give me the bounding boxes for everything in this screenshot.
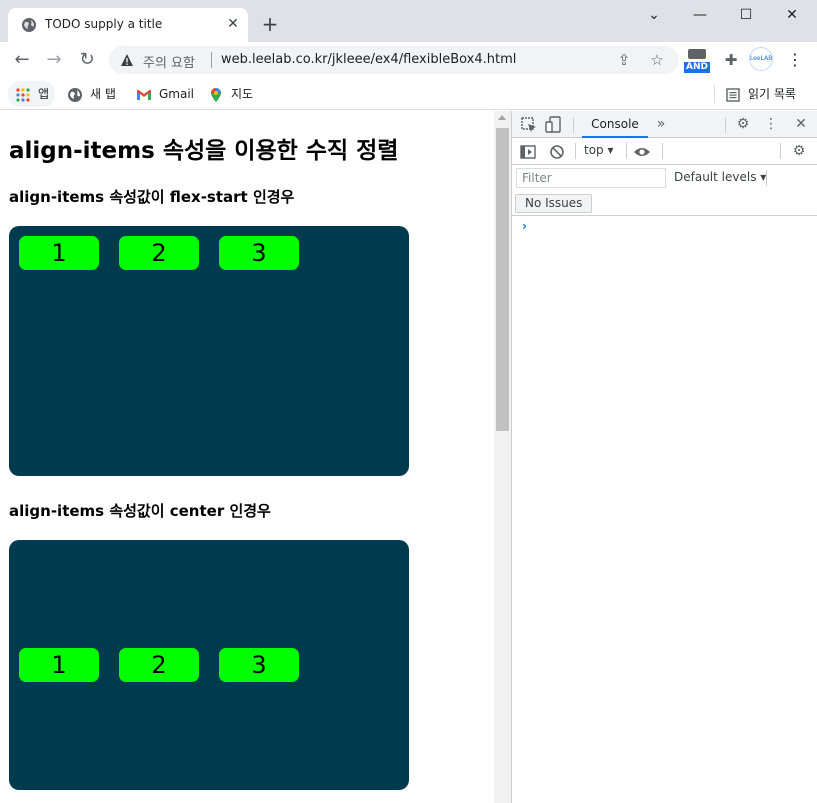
context-select[interactable]: top ▾ <box>584 143 614 157</box>
sidebar-toggle-icon[interactable] <box>519 143 537 161</box>
extension-and-label: AND <box>684 62 710 73</box>
context-select-value: top <box>584 143 604 157</box>
close-tab-icon[interactable]: ✕ <box>224 15 242 33</box>
more-tabs-icon[interactable]: » <box>652 115 670 133</box>
tab-search-chevron-icon[interactable]: ⌄ <box>644 5 664 25</box>
clear-console-icon[interactable] <box>548 143 566 161</box>
security-label[interactable]: 주의 요함 <box>143 52 195 71</box>
eye-icon[interactable] <box>633 143 651 161</box>
close-window-button[interactable]: ✕ <box>782 5 802 25</box>
devtools-divider <box>662 143 663 159</box>
no-issues-button[interactable]: No Issues <box>515 194 593 213</box>
browser-menu-icon[interactable]: ⋮ <box>782 50 808 76</box>
tab-title: TODO supply a title <box>45 17 163 31</box>
devtools-divider <box>626 143 627 159</box>
bookmark-maps-label: 지도 <box>231 87 254 101</box>
devtools-divider <box>780 143 781 159</box>
extension-and-icon[interactable]: AND <box>684 48 710 74</box>
filter-input[interactable]: Filter <box>516 168 666 188</box>
console-toolbar: top ▾ ⚙ <box>512 138 817 165</box>
bookmark-gmail[interactable]: Gmail <box>136 81 194 107</box>
devtools-divider <box>766 170 767 186</box>
extensions-puzzle-icon[interactable]: ✚ <box>718 51 744 77</box>
console-prompt-icon[interactable]: › <box>522 219 527 233</box>
bookmarks-bar: 앱 새 탭 Gmail 지도 읽기 목록 <box>0 78 817 110</box>
bookmark-new-tab-label: 새 탭 <box>90 87 116 101</box>
flex-item-3: 3 <box>219 236 299 270</box>
warning-icon[interactable] <box>120 53 134 67</box>
flex-container-flex-start: 1 2 3 <box>9 226 409 476</box>
bookmark-star-icon[interactable]: ☆ <box>648 51 666 69</box>
page-content: align-items 속성을 이용한 수직 정렬 align-items 속성… <box>0 111 494 803</box>
browser-toolbar: ← → ↻ 주의 요함 web.leelab.co.kr/jkleee/ex4/… <box>0 42 817 78</box>
bookmarks-divider <box>714 85 715 103</box>
scroll-up-arrow-icon[interactable] <box>498 115 506 120</box>
page-scrollbar[interactable] <box>494 111 511 803</box>
bookmark-apps[interactable]: 앱 <box>8 81 56 107</box>
url-text[interactable]: web.leelab.co.kr/jkleee/ex4/flexibleBox4… <box>221 52 516 67</box>
address-bar[interactable]: 주의 요함 web.leelab.co.kr/jkleee/ex4/flexib… <box>109 46 679 74</box>
forward-button[interactable]: → <box>42 48 66 72</box>
devtools-menu-icon[interactable]: ⋮ <box>762 115 780 133</box>
reading-list-button[interactable]: 읽기 목록 <box>725 81 796 107</box>
bookmark-apps-label: 앱 <box>38 87 50 101</box>
flex-item-3: 3 <box>219 648 299 682</box>
flex-item-1: 1 <box>19 236 99 270</box>
share-icon[interactable]: ⇪ <box>615 51 633 69</box>
back-button[interactable]: ← <box>10 48 34 72</box>
flex-container-center: 1 2 3 <box>9 540 409 790</box>
close-devtools-icon[interactable]: ✕ <box>792 115 810 133</box>
devtools-panel: Console » ⚙ ⋮ ✕ top ▾ ⚙ Filter Default l… <box>511 111 817 803</box>
flex-item-1: 1 <box>19 648 99 682</box>
globe-icon <box>68 87 82 102</box>
devtools-tabbar: Console » ⚙ ⋮ ✕ <box>512 111 817 138</box>
log-levels-select[interactable]: Default levels ▾ <box>674 170 766 184</box>
section-heading-flex-start: align-items 속성값이 flex-start 인경우 <box>9 188 295 206</box>
section-heading-center: align-items 속성값이 center 인경우 <box>9 502 271 520</box>
page-title: align-items 속성을 이용한 수직 정렬 <box>9 138 399 164</box>
omnibox-divider <box>211 52 212 68</box>
leelab-profile-icon[interactable]: LeeLAB <box>749 47 773 71</box>
minimize-button[interactable]: — <box>690 5 710 25</box>
bookmark-maps[interactable]: 지도 <box>208 81 253 107</box>
inspect-element-icon[interactable] <box>520 116 538 134</box>
flex-item-2: 2 <box>119 648 199 682</box>
devtools-divider <box>573 117 574 133</box>
maximize-button[interactable]: ☐ <box>736 5 756 25</box>
gmail-icon <box>137 89 151 100</box>
browser-titlebar: TODO supply a title ✕ + ⌄ — ☐ ✕ <box>0 0 817 42</box>
log-levels-value: Default levels <box>674 170 757 184</box>
settings-gear-icon[interactable]: ⚙ <box>734 115 752 133</box>
console-filter-bar: Filter Default levels ▾ <box>512 165 817 192</box>
reading-list-icon <box>726 87 740 102</box>
browser-tab[interactable]: TODO supply a title ✕ <box>8 8 248 42</box>
console-settings-gear-icon[interactable]: ⚙ <box>790 142 808 160</box>
flex-item-2: 2 <box>119 236 199 270</box>
tab-console[interactable]: Console <box>582 111 648 138</box>
reload-button[interactable]: ↻ <box>75 48 99 72</box>
new-tab-button[interactable]: + <box>259 13 281 35</box>
reading-list-label: 읽기 목록 <box>748 87 796 101</box>
bookmark-gmail-label: Gmail <box>159 87 195 101</box>
bookmark-new-tab[interactable]: 새 탭 <box>67 81 116 107</box>
devtools-divider <box>725 117 726 133</box>
devtools-divider <box>575 143 576 159</box>
device-toggle-icon[interactable] <box>545 116 563 134</box>
maps-pin-icon <box>211 87 221 102</box>
issues-bar: No Issues <box>512 192 817 216</box>
scrollbar-thumb[interactable] <box>496 128 509 431</box>
apps-grid-icon <box>16 87 30 102</box>
globe-icon <box>22 18 36 32</box>
leelab-label: LeeLAB <box>750 55 773 62</box>
